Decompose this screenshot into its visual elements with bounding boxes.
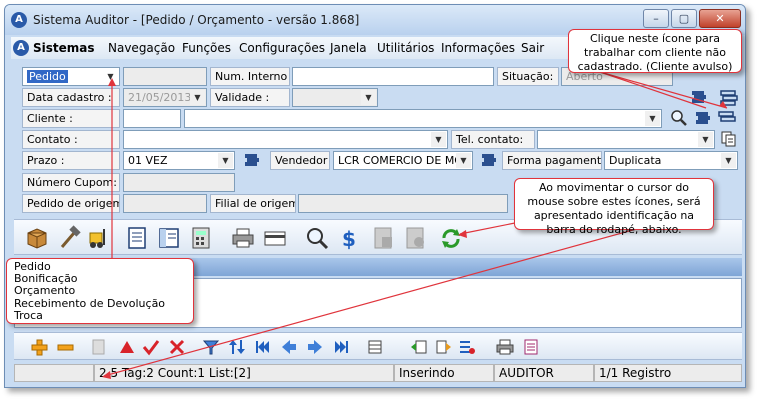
- cliente-dropdown-icon: ▼: [645, 111, 660, 126]
- callout-cliente-avulso: Clique neste ícone para trabalhar com cl…: [568, 29, 742, 73]
- tipo-select[interactable]: Pedido ▼: [22, 67, 120, 86]
- import-icon[interactable]: [410, 338, 428, 356]
- prazo-dropdown-icon: ▼: [218, 153, 233, 168]
- form-icon[interactable]: [156, 225, 182, 251]
- svg-text:$: $: [342, 227, 356, 251]
- status-records: 1/1 Registro: [594, 364, 742, 382]
- vendedor-dropdown-icon: ▼: [456, 153, 471, 168]
- vendedor-list-icon[interactable]: [480, 151, 498, 169]
- tipo-select-value: Pedido: [27, 70, 68, 83]
- cliente-label: Cliente :: [22, 109, 120, 128]
- report-icon[interactable]: [522, 338, 540, 356]
- transfer-icon[interactable]: [434, 338, 452, 356]
- disabled-doc-icon[interactable]: [402, 225, 428, 251]
- navigation-toolbar: [14, 332, 742, 360]
- tipo-extra-field: [123, 67, 207, 86]
- dropdown-arrow-icon: ▼: [103, 69, 118, 84]
- grid-view-icon[interactable]: [366, 338, 384, 356]
- first-record-icon[interactable]: [254, 338, 272, 356]
- prazo-label: Prazo :: [22, 151, 120, 170]
- cliente-avulso-icon[interactable]: [720, 88, 738, 106]
- cliente-list-icon[interactable]: [694, 109, 712, 127]
- refresh-icon[interactable]: [438, 225, 464, 251]
- box-icon[interactable]: [24, 225, 50, 251]
- validade-input[interactable]: ▼: [292, 88, 378, 107]
- tel-contato-select[interactable]: ▼: [537, 130, 715, 149]
- callout-rodape: Ao movimentar o cursor do mouse sobre es…: [514, 178, 714, 236]
- last-record-icon[interactable]: [332, 338, 350, 356]
- situacao-label: Situação:: [497, 67, 559, 86]
- numero-cupom-label: Número Cupom:: [22, 173, 120, 192]
- data-cadastro-label: Data cadastro :: [22, 88, 120, 107]
- cliente-code-input[interactable]: [123, 109, 181, 128]
- forma-pagamento-value: Duplicata: [609, 154, 662, 167]
- contato-label: Contato :: [22, 130, 120, 149]
- status-cell-empty: [14, 364, 94, 382]
- data-cadastro-input[interactable]: 21/05/2013 ▼: [123, 88, 207, 107]
- data-cadastro-value: 21/05/2013: [128, 91, 192, 104]
- forma-pagamento-label: Forma pagamento:: [502, 151, 602, 170]
- numero-cupom-input[interactable]: [123, 173, 235, 192]
- hammer-icon[interactable]: [56, 225, 82, 251]
- document-list-icon[interactable]: [124, 225, 150, 251]
- next-record-icon[interactable]: [306, 338, 324, 356]
- tipo-option-orcamento: Orçamento: [14, 284, 76, 298]
- status-info: 2.5 Tag:2 Count:1 List:[2]: [94, 364, 394, 382]
- search-icon[interactable]: [670, 109, 688, 127]
- calculator-icon[interactable]: [188, 225, 214, 251]
- arrow-up-red-icon[interactable]: [118, 338, 136, 356]
- validade-label: Validade :: [210, 88, 290, 107]
- printer-icon[interactable]: [230, 225, 256, 251]
- cancel-x-icon[interactable]: [168, 338, 186, 356]
- magnifier-icon[interactable]: [304, 225, 330, 251]
- pedido-origem-input[interactable]: [123, 194, 207, 213]
- disabled-edit-icon[interactable]: [90, 338, 108, 356]
- print-icon[interactable]: [496, 338, 514, 356]
- prazo-select[interactable]: 01 VEZ ▼: [123, 151, 235, 170]
- filial-origem-label: Filial de origem:: [210, 194, 296, 213]
- sort-icon[interactable]: [228, 338, 246, 356]
- list-settings-icon[interactable]: [458, 338, 476, 356]
- contato-dropdown-icon: ▼: [431, 132, 446, 147]
- cliente-avulso-list-icon[interactable]: [690, 88, 708, 106]
- tipo-option-devolucao: Recebimento de Devolução: [14, 296, 166, 310]
- status-user: AUDITOR: [494, 364, 594, 382]
- card-icon[interactable]: [262, 225, 288, 251]
- validade-dropdown-icon: ▼: [361, 90, 376, 105]
- add-icon[interactable]: [30, 338, 48, 356]
- cliente-avulso-stack-icon[interactable]: [718, 109, 736, 127]
- filial-origem-input[interactable]: [298, 194, 508, 213]
- prazo-value: 01 VEZ: [128, 154, 168, 167]
- disabled-calc-icon[interactable]: [370, 225, 396, 251]
- status-bar: 2.5 Tag:2 Count:1 List:[2] Inserindo AUD…: [14, 364, 742, 382]
- tel-dropdown-icon: ▼: [698, 132, 713, 147]
- cliente-name-select[interactable]: ▼: [184, 109, 662, 128]
- forma-pagamento-select[interactable]: Duplicata ▼: [604, 151, 738, 170]
- tel-contato-label: Tel. contato:: [451, 130, 535, 149]
- pagamento-dropdown-icon: ▼: [721, 153, 736, 168]
- copy-contact-icon[interactable]: [720, 130, 738, 148]
- prev-record-icon[interactable]: [280, 338, 298, 356]
- status-mode: Inserindo: [394, 364, 494, 382]
- num-interno-label: Num. Interno :: [210, 67, 290, 86]
- date-dropdown-icon: ▼: [190, 90, 205, 105]
- callout-tipos-list: Pedido Bonificação Orçamento Recebimento…: [6, 258, 194, 324]
- vendedor-select[interactable]: LCR COMERCIO DE MO ▼: [333, 151, 473, 170]
- tipo-option-troca: Troca: [14, 308, 43, 322]
- filter-icon[interactable]: [202, 338, 220, 356]
- check-icon[interactable]: [142, 338, 160, 356]
- contato-select[interactable]: ▼: [123, 130, 448, 149]
- vendedor-label: Vendedor :: [270, 151, 330, 170]
- money-icon[interactable]: $: [336, 225, 362, 251]
- forklift-icon[interactable]: [86, 225, 112, 251]
- remove-icon[interactable]: [56, 338, 74, 356]
- num-interno-input[interactable]: [292, 67, 494, 86]
- vendedor-value: LCR COMERCIO DE MO: [338, 154, 463, 167]
- prazo-list-icon[interactable]: [243, 151, 261, 169]
- pedido-origem-label: Pedido de origem:: [22, 194, 120, 213]
